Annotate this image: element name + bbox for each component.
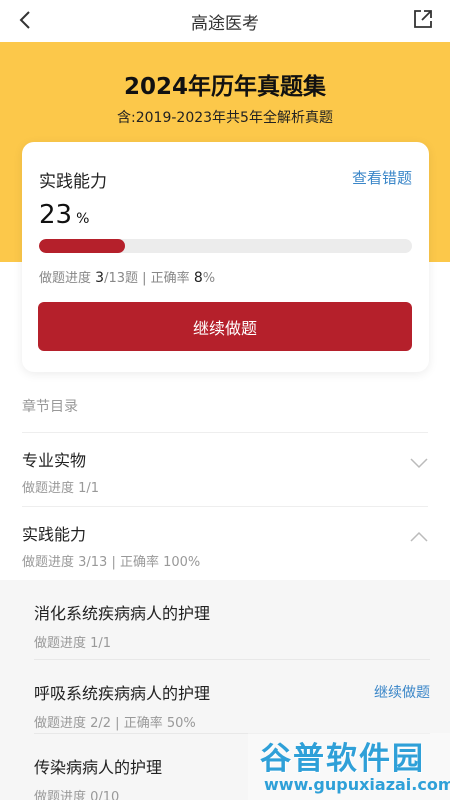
banner-subtitle: 含:2019-2023年共5年全解析真题	[117, 110, 333, 126]
toc-label: 章节目录	[22, 399, 78, 415]
progress-bar-fill	[39, 239, 125, 253]
chapter-name: 专业实物	[22, 451, 87, 470]
section-item[interactable]: 呼吸系统疾病病人的护理 做题进度 2/2 | 正确率 50% 继续做题	[34, 660, 430, 734]
card-stats: 做题进度 3/13题 | 正确率 8%	[39, 267, 215, 286]
section-name: 传染病病人的护理	[34, 758, 163, 777]
chapter-item[interactable]: 实践能力 做题进度 3/13 | 正确率 100%	[22, 506, 428, 580]
card-title: 实践能力	[39, 172, 107, 192]
accuracy-unit: %	[202, 271, 216, 286]
watermark-url: www.gupuxiazai.com	[264, 775, 450, 794]
progress-card: 实践能力 查看错题 23% 做题进度 3/13题 | 正确率 8% 继续做题	[22, 142, 429, 372]
completion-percent: 23%	[39, 200, 89, 230]
progress-label: 做题进度	[39, 271, 92, 286]
banner-title: 2024年历年真题集	[123, 74, 326, 100]
section-progress: 做题进度 0/10	[34, 790, 120, 800]
percent-value: 23	[39, 200, 73, 230]
chapter-item[interactable]: 专业实物 做题进度 1/1	[22, 432, 428, 506]
accuracy-value: 8	[193, 270, 203, 286]
section-name: 消化系统疾病病人的护理	[34, 604, 211, 623]
share-icon[interactable]	[412, 8, 434, 30]
section-continue-link[interactable]: 继续做题	[374, 682, 430, 702]
review-mistakes-link[interactable]: 查看错题	[352, 167, 412, 188]
section-item[interactable]: 消化系统疾病病人的护理 做题进度 1/1	[34, 580, 430, 660]
progress-done: 3	[95, 270, 105, 286]
chevron-down-icon[interactable]	[410, 457, 428, 469]
chevron-up-icon[interactable]	[410, 531, 428, 543]
section-progress: 做题进度 2/2 | 正确率 50%	[34, 716, 196, 731]
chapter-name: 实践能力	[22, 525, 87, 544]
stats-separator: |	[138, 271, 151, 286]
progress-bar	[39, 239, 412, 253]
chapter-progress: 做题进度 3/13 | 正确率 100%	[22, 555, 201, 570]
progress-total: /13题	[104, 271, 139, 286]
top-nav-bar: 高途医考	[0, 0, 450, 42]
continue-button[interactable]: 继续做题	[38, 302, 412, 351]
section-progress: 做题进度 1/1	[34, 636, 112, 651]
page-title: 高途医考	[191, 14, 259, 34]
percent-unit: %	[76, 211, 90, 227]
watermark-title: 谷普软件园	[260, 741, 425, 777]
chapter-progress: 做题进度 1/1	[22, 481, 100, 496]
section-name: 呼吸系统疾病病人的护理	[34, 684, 211, 703]
watermark-logo: 谷普软件园 www.gupuxiazai.com	[248, 733, 450, 800]
accuracy-label: 正确率	[150, 271, 190, 286]
